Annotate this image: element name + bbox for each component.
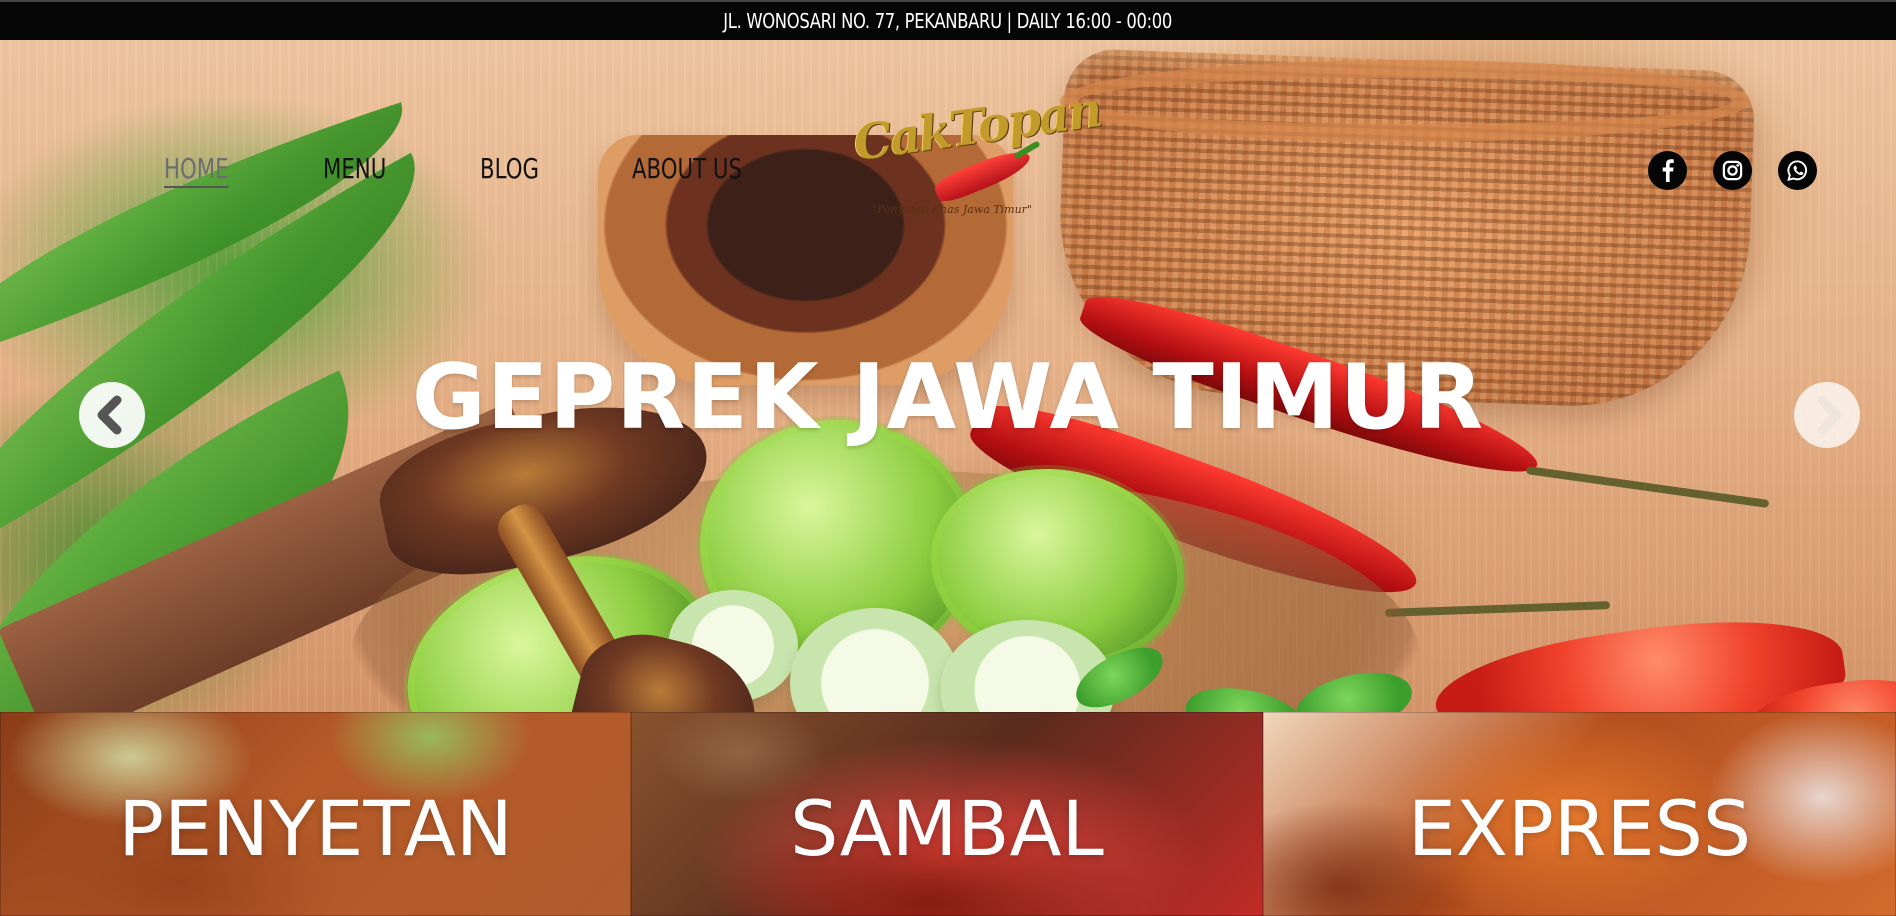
basket-rim (1060, 60, 1750, 142)
instagram-icon[interactable] (1713, 151, 1752, 190)
facebook-icon[interactable] (1648, 151, 1687, 190)
nav-home[interactable]: HOME (164, 152, 229, 188)
hero-title: GEPREK JAWA TIMUR (411, 345, 1485, 450)
hero-slider: HOME MENU BLOG ABOUT US CakTopan "Penyet… (0, 40, 1896, 712)
top-bar: JL. WONOSARI NO. 77, PEKANBARU | DAILY 1… (0, 0, 1896, 40)
category-label: SAMBAL (790, 784, 1104, 873)
whatsapp-icon[interactable] (1778, 151, 1817, 190)
logo[interactable]: CakTopan "Penyetan Khas Jawa Timur" (850, 82, 1104, 226)
logo-tagline: "Penyetan Khas Jawa Timur" (872, 203, 1032, 216)
instagram-icon (1722, 160, 1743, 181)
nav-about-us[interactable]: ABOUT US (632, 152, 742, 188)
category-express[interactable]: EXPRESS (1263, 712, 1896, 916)
category-sambal[interactable]: SAMBAL (631, 712, 1263, 916)
nav-blog[interactable]: BLOG (480, 152, 539, 188)
whatsapp-icon (1787, 160, 1808, 182)
main-navigation: HOME MENU BLOG ABOUT US (164, 152, 776, 188)
facebook-icon (1662, 159, 1674, 182)
nav-menu[interactable]: MENU (323, 152, 386, 188)
category-label: PENYETAN (118, 784, 513, 873)
category-label: EXPRESS (1407, 784, 1752, 873)
category-penyetan[interactable]: PENYETAN (0, 712, 631, 916)
category-tiles: PENYETAN SAMBAL EXPRESS (0, 712, 1896, 916)
address-hours: JL. WONOSARI NO. 77, PEKANBARU | DAILY 1… (723, 9, 1173, 33)
social-links (1648, 151, 1817, 190)
